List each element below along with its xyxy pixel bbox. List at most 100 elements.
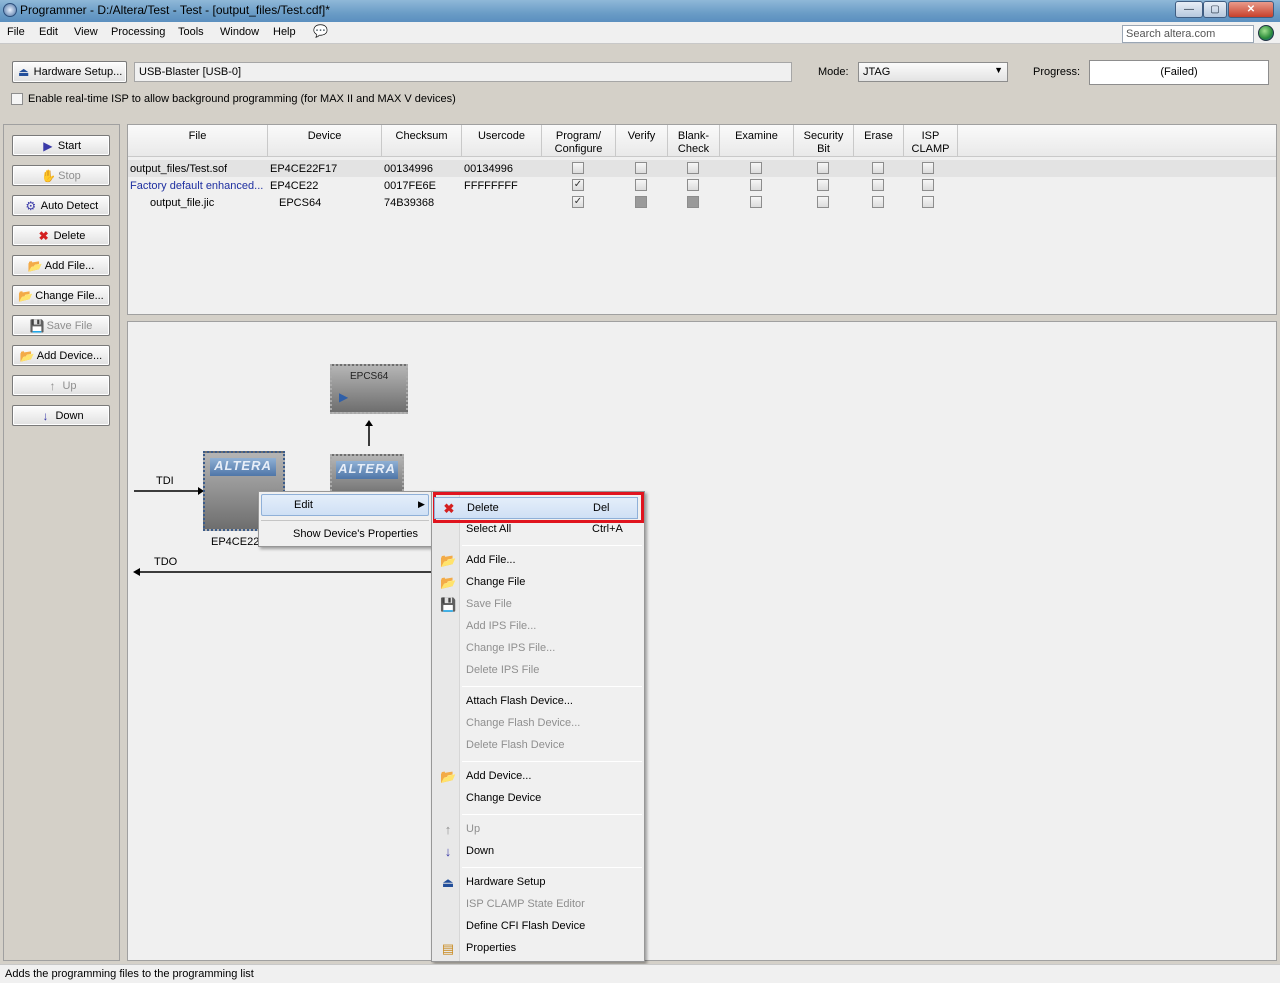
menu-item-attach-flash[interactable]: Attach Flash Device... (434, 691, 638, 713)
security-checkbox[interactable] (817, 196, 829, 208)
isp-checkbox[interactable] (11, 93, 23, 105)
program-checkbox[interactable]: ✓ (572, 196, 584, 208)
globe-icon[interactable] (1258, 25, 1274, 41)
menu-file[interactable]: File (7, 26, 25, 38)
menu-item-define-cfi[interactable]: Define CFI Flash Device (434, 916, 638, 938)
menu-item-select-all[interactable]: Select All Ctrl+A (434, 519, 638, 541)
menu-item-isp-clamp[interactable]: ISP CLAMP State Editor (434, 894, 638, 916)
search-input[interactable]: Search altera.com (1122, 25, 1254, 43)
col-device[interactable]: Device (268, 125, 382, 157)
menu-item-delete-ips[interactable]: Delete IPS File (434, 660, 638, 682)
menu-item-show-properties[interactable]: Show Device's Properties (261, 524, 429, 546)
col-blank-check[interactable]: Blank- Check (668, 125, 720, 157)
examine-checkbox[interactable] (750, 196, 762, 208)
add-file-button[interactable]: 📂 Add File... (12, 255, 110, 276)
save-file-button[interactable]: 💾 Save File (12, 315, 110, 336)
verify-checkbox[interactable] (635, 196, 647, 208)
menu-item-add-ips[interactable]: Add IPS File... (434, 616, 638, 638)
start-icon: ▶ (43, 138, 53, 153)
menu-item-add-file[interactable]: 📂 Add File... (434, 550, 638, 572)
auto-detect-button[interactable]: ⚙ Auto Detect (12, 195, 110, 216)
menu-item-delete[interactable]: ✖ Delete Del (434, 497, 638, 519)
menu-separator (462, 867, 642, 868)
change-flash-label: Change Flash Device... (466, 717, 581, 729)
delete-label: Delete (53, 229, 86, 242)
tdi-label: TDI (156, 475, 174, 487)
menu-item-down[interactable]: ↓ Down (434, 841, 638, 863)
mode-select[interactable]: JTAG ▼ (858, 62, 1008, 82)
edit-submenu: ✖ Delete Del Select All Ctrl+A 📂 Add Fil… (431, 491, 645, 962)
menu-edit[interactable]: Edit (39, 26, 58, 38)
stop-button[interactable]: ✋ Stop (12, 165, 110, 186)
menu-item-up[interactable]: ↑ Up (434, 819, 638, 841)
erase-checkbox[interactable] (872, 162, 884, 174)
col-verify[interactable]: Verify (616, 125, 668, 157)
left-button-panel (3, 124, 120, 961)
verify-checkbox[interactable] (635, 179, 647, 191)
col-examine[interactable]: Examine (720, 125, 794, 157)
menu-item-add-device[interactable]: 📂 Add Device... (434, 766, 638, 788)
delete-button[interactable]: ✖ Delete (12, 225, 110, 246)
table-row[interactable]: output_files/Test.sof EP4CE22F17 0013499… (128, 160, 1276, 177)
col-erase[interactable]: Erase (854, 125, 904, 157)
security-checkbox[interactable] (817, 162, 829, 174)
erase-checkbox[interactable] (872, 179, 884, 191)
hardware-setup-button[interactable]: ⏏ Hardware Setup... (12, 61, 127, 83)
verify-checkbox[interactable] (635, 162, 647, 174)
down-label: Down (466, 845, 495, 857)
menu-help[interactable]: Help (273, 26, 296, 38)
col-usercode[interactable]: Usercode (462, 125, 542, 157)
menu-item-save-file[interactable]: 💾 Save File (434, 594, 638, 616)
minimize-button[interactable]: — (1175, 1, 1203, 18)
blank-check-checkbox[interactable] (687, 179, 699, 191)
change-file-button[interactable]: 📂 Change File... (12, 285, 110, 306)
col-file[interactable]: File (128, 125, 268, 157)
maximize-button[interactable]: ▢ (1203, 1, 1227, 18)
delete-label: Delete (467, 502, 499, 514)
examine-checkbox[interactable] (750, 162, 762, 174)
menu-item-hardware-setup[interactable]: ⏏ Hardware Setup (434, 872, 638, 894)
menu-tools[interactable]: Tools (178, 26, 204, 38)
col-security-bit[interactable]: Security Bit (794, 125, 854, 157)
examine-checkbox[interactable] (750, 179, 762, 191)
col-checksum[interactable]: Checksum (382, 125, 462, 157)
close-button[interactable]: ✕ (1228, 1, 1274, 18)
erase-checkbox[interactable] (872, 196, 884, 208)
menu-item-edit[interactable]: Edit ▶ (261, 494, 429, 516)
menu-item-delete-flash[interactable]: Delete Flash Device (434, 735, 638, 757)
stop-icon: ✋ (41, 168, 57, 183)
table-row[interactable]: output_file.jic EPCS64 74B39368 ✓ (128, 194, 958, 211)
chain-diagram: TDI TDO EPCS64 ▶ ALTERA EP4CE22F ALTERA (127, 321, 1277, 961)
isp-clamp-checkbox[interactable] (922, 179, 934, 191)
add-device-button[interactable]: 📂 Add Device... (12, 345, 110, 366)
epcs64-device[interactable]: EPCS64 ▶ (330, 364, 408, 414)
col-isp-clamp[interactable]: ISP CLAMP (904, 125, 958, 157)
table-row[interactable]: Factory default enhanced... EP4CE22 0017… (128, 177, 958, 194)
delete-icon: ✖ (443, 501, 455, 516)
up-button[interactable]: ↑ Up (12, 375, 110, 396)
isp-clamp-checkbox[interactable] (922, 196, 934, 208)
menu-window[interactable]: Window (220, 26, 259, 38)
context-menu: Edit ▶ Show Device's Properties (258, 491, 432, 547)
program-checkbox[interactable] (572, 162, 584, 174)
isp-clamp-checkbox[interactable] (922, 162, 934, 174)
menu-item-change-flash[interactable]: Change Flash Device... (434, 713, 638, 735)
menu-item-change-device[interactable]: Change Device (434, 788, 638, 810)
menu-processing[interactable]: Processing (111, 26, 165, 38)
start-button[interactable]: ▶ Start (12, 135, 110, 156)
blank-check-checkbox[interactable] (687, 162, 699, 174)
menu-view[interactable]: View (74, 26, 98, 38)
menu-item-change-file[interactable]: 📂 Change File (434, 572, 638, 594)
auto-detect-label: Auto Detect (40, 199, 99, 212)
menu-item-change-ips[interactable]: Change IPS File... (434, 638, 638, 660)
menu-item-properties[interactable]: ▤ Properties (434, 938, 638, 960)
down-button[interactable]: ↓ Down (12, 405, 110, 426)
blank-check-checkbox[interactable] (687, 196, 699, 208)
save-file-label: Save File (46, 319, 93, 332)
whats-this-icon[interactable]: 💬 (313, 24, 328, 38)
program-checkbox[interactable]: ✓ (572, 179, 584, 191)
hardware-setup-label: Hardware Setup (466, 876, 546, 888)
security-checkbox[interactable] (817, 179, 829, 191)
auto-detect-icon: ⚙ (25, 198, 37, 213)
col-program-configure[interactable]: Program/Configure (542, 125, 616, 157)
